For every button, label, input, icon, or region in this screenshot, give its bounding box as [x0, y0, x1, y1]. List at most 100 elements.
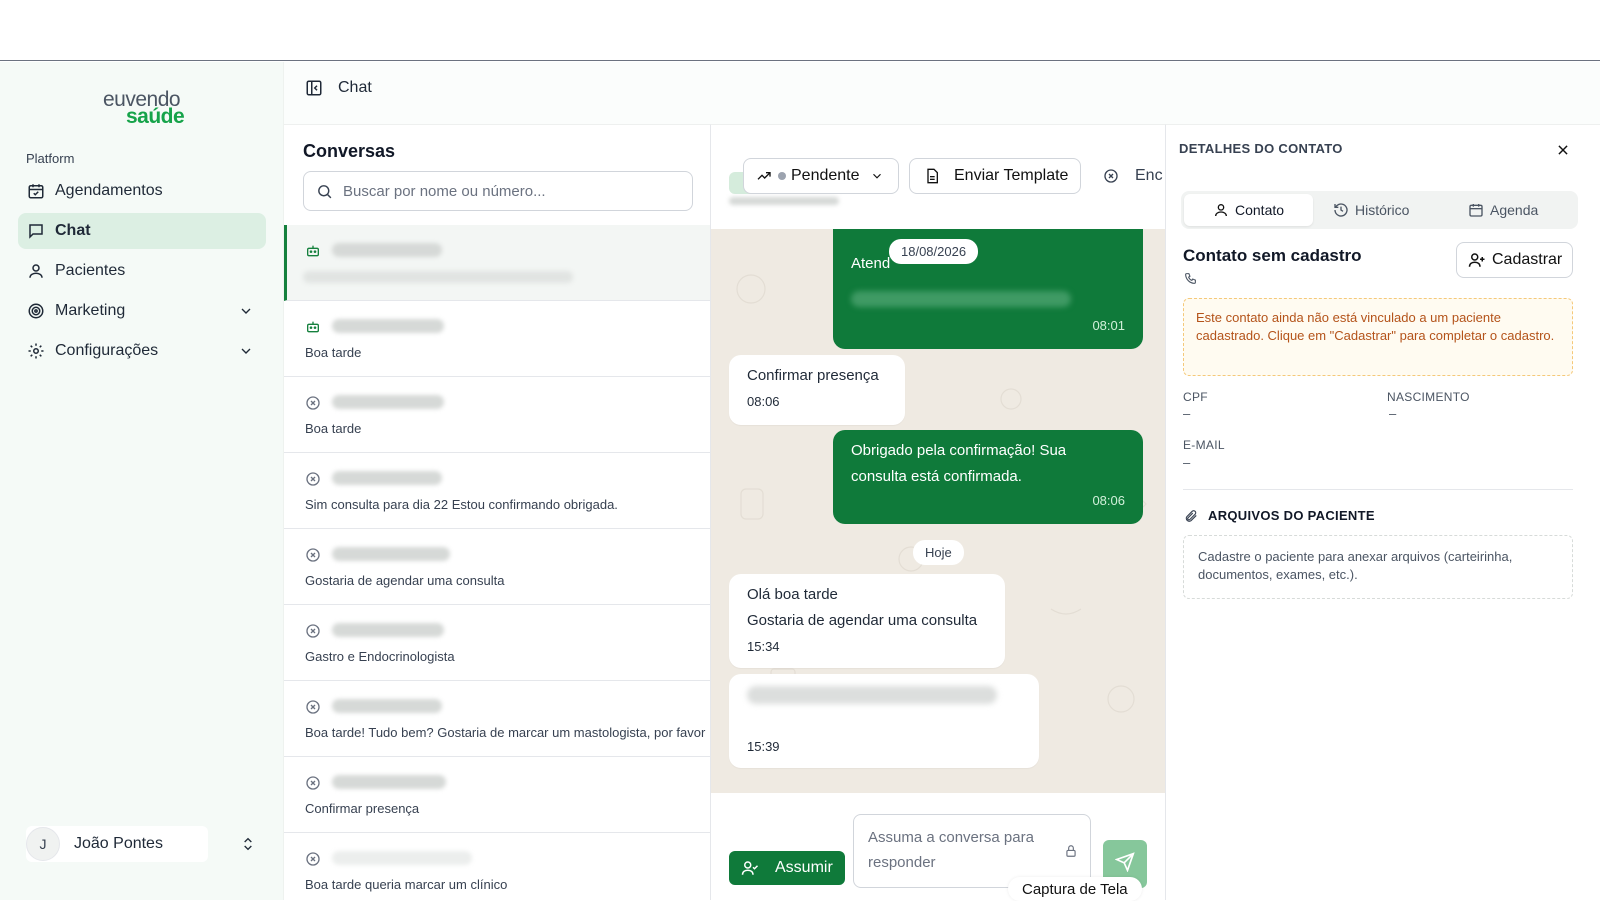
message-text-line1: Olá boa tarde [747, 586, 838, 603]
assume-label: Assumir [775, 859, 833, 876]
contact-name: Contato sem cadastro [1183, 246, 1362, 265]
trending-up-icon [757, 172, 771, 180]
bot-icon [307, 321, 319, 333]
send-icon [1115, 852, 1135, 872]
tab-historico[interactable]: Histórico [1333, 194, 1443, 226]
conversation-item[interactable]: Confirmar presença [284, 757, 710, 833]
circle-x-icon [306, 624, 320, 638]
register-button[interactable]: Cadastrar [1456, 242, 1573, 278]
email-value: – [1183, 455, 1191, 470]
calendar-icon [1469, 204, 1483, 217]
conversation-item[interactable] [284, 225, 710, 301]
sidebar-item-pacientes[interactable]: Pacientes [18, 253, 266, 289]
chevron-down-icon[interactable] [238, 303, 254, 319]
message-outgoing: Atend 08:01 [833, 229, 1143, 349]
send-template-label: Enviar Template [954, 167, 1069, 184]
message-text-redacted [851, 291, 1071, 307]
tab-label: Contato [1235, 202, 1285, 218]
sidebar-item-agendamentos[interactable]: Agendamentos [18, 173, 266, 209]
conversation-item[interactable]: Boa tarde [284, 377, 710, 453]
date-separator: Hoje [913, 540, 964, 565]
contact-name-redacted [332, 243, 442, 257]
sidebar-item-configuracoes[interactable]: Configurações [18, 333, 266, 369]
contact-name-redacted [332, 395, 444, 409]
logo-line-2: saúde [126, 105, 185, 128]
conversation-item[interactable]: Boa tarde [284, 301, 710, 377]
user-icon [1215, 204, 1227, 217]
message-preview: Boa tarde [305, 421, 362, 436]
message-time: 15:39 [747, 739, 780, 754]
sidebar-item-label: Chat [55, 222, 91, 239]
paperclip-icon [1185, 510, 1197, 522]
conversation-item[interactable]: Boa tarde queria marcar um clínico [284, 833, 710, 900]
circle-x-icon[interactable] [1103, 168, 1119, 184]
message-preview: Sim consulta para dia 22 Estou confirman… [305, 497, 618, 512]
tab-agenda[interactable]: Agenda [1468, 194, 1568, 226]
screenshot-tooltip: Captura de Tela [1008, 877, 1142, 901]
window-top-blank [0, 0, 1600, 61]
search-icon [318, 184, 332, 198]
close-icon[interactable] [1556, 143, 1570, 157]
search-input[interactable] [343, 182, 663, 200]
sidebar-item-label: Pacientes [55, 262, 126, 279]
cpf-label: CPF [1183, 390, 1208, 404]
unregistered-warning: Este contato ainda não está vinculado a … [1183, 298, 1573, 376]
details-title: DETALHES DO CONTATO [1179, 141, 1343, 156]
history-icon [1334, 203, 1348, 217]
chevrons-up-down-icon[interactable] [240, 835, 256, 853]
chevron-down-icon[interactable] [238, 343, 254, 359]
message-time: 15:34 [747, 639, 780, 654]
contact-name-redacted [332, 775, 446, 789]
file-text-icon [927, 168, 938, 184]
sidebar-item-marketing[interactable]: Marketing [18, 293, 266, 329]
message-incoming: 15:39 [729, 674, 1039, 768]
lock-icon [1066, 845, 1076, 857]
calendar-icon [27, 182, 45, 200]
bot-icon [307, 245, 319, 257]
cpf-value: – [1183, 406, 1191, 421]
tab-contato[interactable]: Contato [1184, 194, 1313, 226]
end-conversation-button[interactable]: Enc [1135, 167, 1163, 185]
search-box[interactable] [303, 171, 693, 211]
chat-panel: Pendente Enviar Template Enc Atend 08:01… [711, 124, 1165, 901]
contact-details-panel: DETALHES DO CONTATO Contato Histórico Ag… [1165, 124, 1600, 900]
conversation-item[interactable]: Gastro e Endocrinologista [284, 605, 710, 681]
message-preview: Boa tarde [305, 345, 362, 360]
birth-value: – [1389, 406, 1397, 421]
contact-name-redacted [332, 471, 442, 485]
assume-conversation-button[interactable]: Assumir [729, 851, 845, 885]
circle-x-icon [306, 776, 320, 790]
circle-x-icon [306, 396, 320, 410]
user-plus-icon [1468, 253, 1485, 267]
page-title: Chat [338, 79, 372, 96]
message-outgoing: Obrigado pela confirmação! Sua consulta … [833, 430, 1143, 524]
contact-name-redacted [332, 623, 444, 637]
conversation-item[interactable]: Boa tarde! Tudo bem? Gostaria de marcar … [284, 681, 710, 757]
conversation-item[interactable]: Gostaria de agendar uma consulta [284, 529, 710, 605]
message-preview: Confirmar presença [305, 801, 420, 816]
conversation-item[interactable]: Sim consulta para dia 22 Estou confirman… [284, 453, 710, 529]
conversation-list: Boa tarde Boa tarde Sim consulta para di… [284, 225, 710, 900]
message-area: Atend 08:01 18/08/2026 Confirmar presenç… [711, 229, 1165, 793]
target-icon [27, 302, 45, 320]
message-preview: Gastro e Endocrinologista [305, 649, 455, 664]
app-root: euvendo saúde Platform Agendamentos Chat… [0, 62, 1600, 901]
panel-toggle-icon[interactable] [305, 79, 323, 97]
sidebar-item-label: Configurações [55, 342, 159, 359]
patient-files-dropzone: Cadastre o paciente para anexar arquivos… [1183, 535, 1573, 599]
tab-label: Histórico [1355, 202, 1410, 218]
sidebar-item-chat[interactable]: Chat [18, 213, 266, 249]
contact-name-redacted [332, 699, 442, 713]
status-select[interactable]: Pendente [743, 158, 899, 194]
contact-name-redacted [332, 547, 450, 561]
composer: Assumir Assuma a conversa para responder… [711, 793, 1165, 901]
circle-x-icon [306, 548, 320, 562]
app-logo[interactable]: euvendo saúde [103, 88, 193, 128]
date-separator: 18/08/2026 [889, 239, 979, 264]
message-time: 08:06 [747, 394, 780, 409]
message-text-line2: Gostaria de agendar uma consulta [747, 612, 978, 629]
user-menu[interactable]: J João Pontes [26, 826, 208, 862]
circle-x-icon [306, 852, 320, 866]
send-template-button[interactable]: Enviar Template [909, 158, 1081, 194]
divider [1183, 489, 1573, 490]
